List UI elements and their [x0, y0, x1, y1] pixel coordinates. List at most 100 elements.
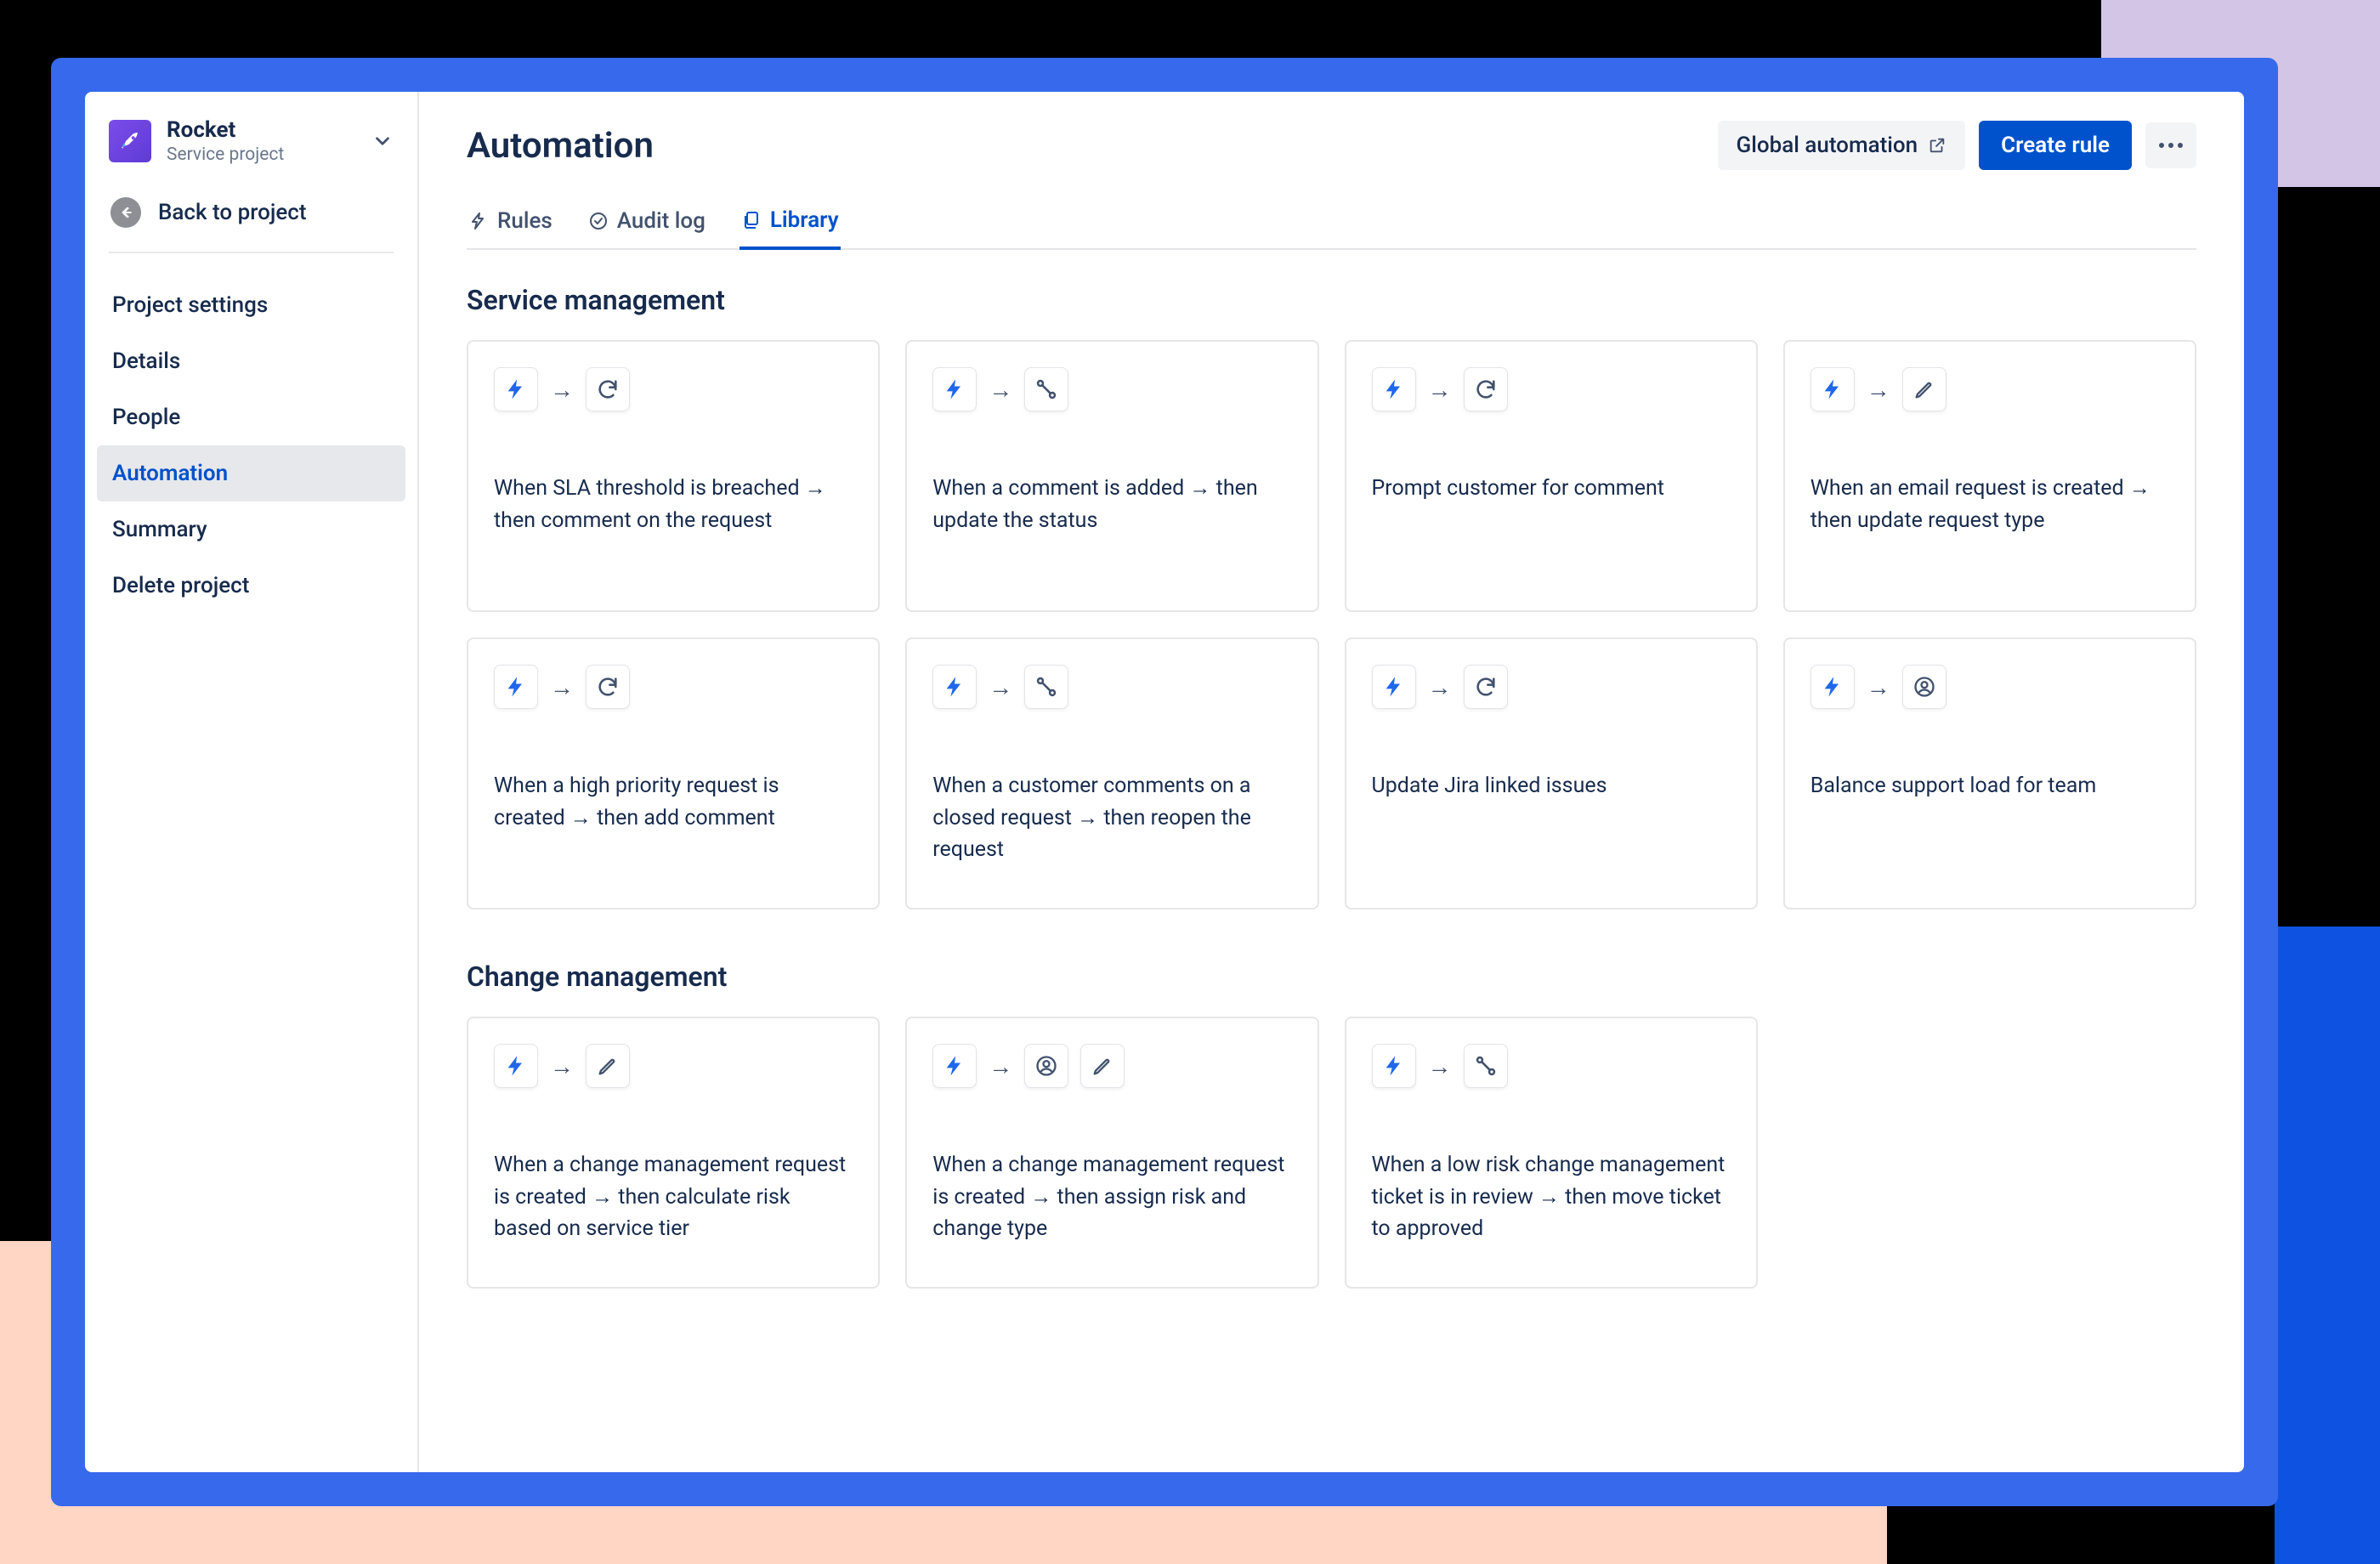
sidebar-item-summary[interactable]: Summary — [97, 502, 405, 558]
lightning-icon — [1810, 665, 1855, 709]
external-link-icon — [1928, 136, 1946, 155]
card-icon-row: → — [494, 665, 853, 709]
global-automation-button[interactable]: Global automation — [1718, 121, 1966, 170]
section-title: Change management — [467, 960, 2196, 993]
automation-template-card[interactable]: → When a change management request is cre… — [905, 1017, 1318, 1289]
arrow-icon: → — [989, 376, 1012, 404]
card-description: When a high priority request is created … — [494, 770, 853, 834]
lightning-icon — [494, 1044, 538, 1088]
card-grid: → When SLA threshold is breached → then c… — [467, 340, 2196, 910]
arrow-icon: → — [1428, 673, 1452, 701]
chevron-down-icon[interactable] — [371, 130, 394, 152]
automation-template-card[interactable]: → When a change management request is cre… — [467, 1017, 880, 1289]
card-icon-row: → — [494, 1044, 853, 1088]
card-icon-row: → — [1810, 665, 2169, 709]
branch-icon — [1024, 367, 1068, 411]
card-description: When a change management request is crea… — [932, 1149, 1291, 1245]
back-arrow-icon — [110, 197, 141, 228]
refresh-icon — [586, 665, 630, 709]
automation-template-card[interactable]: →Prompt customer for comment — [1345, 340, 1758, 612]
branch-icon — [1464, 1044, 1508, 1088]
global-automation-label: Global automation — [1737, 133, 1918, 158]
bg-blue-right — [2275, 926, 2380, 1564]
automation-template-card[interactable]: → When a high priority request is created… — [467, 638, 880, 910]
sidebar-item-automation[interactable]: Automation — [97, 445, 405, 502]
tab-library[interactable]: Library — [740, 199, 841, 250]
card-icon-row: → — [932, 367, 1291, 411]
card-icon-row: → — [494, 367, 853, 411]
card-description: When an email request is created → then … — [1810, 473, 2169, 536]
sidebar-item-project-settings[interactable]: Project settings — [97, 277, 405, 333]
sidebar-item-details[interactable]: Details — [97, 333, 405, 389]
page-title: Automation — [467, 125, 654, 167]
tab-audit-log[interactable]: Audit log — [586, 199, 707, 248]
card-description: Update Jira linked issues — [1372, 770, 1731, 802]
card-description: When a low risk change management ticket… — [1372, 1149, 1731, 1245]
arrow-icon: → — [1428, 1052, 1452, 1080]
project-label: Rocket Service project — [167, 117, 356, 165]
copy-icon — [741, 210, 762, 230]
arrow-icon: → — [1867, 673, 1890, 701]
refresh-icon — [1464, 367, 1508, 411]
automation-template-card[interactable]: → Balance support load for team — [1783, 638, 2196, 910]
header-actions: Global automation Create rule — [1718, 121, 2196, 170]
arrow-icon: → — [550, 673, 574, 701]
create-rule-button[interactable]: Create rule — [1979, 121, 2132, 170]
refresh-icon — [1464, 665, 1508, 709]
lightning-icon — [1372, 665, 1416, 709]
arrow-icon: → — [989, 673, 1012, 701]
tab-rules[interactable]: Rules — [467, 199, 554, 248]
card-description: When SLA threshold is breached → then co… — [494, 473, 853, 536]
card-icon-row: → — [1372, 665, 1731, 709]
automation-template-card[interactable]: → When a customer comments on a closed re… — [905, 638, 1318, 910]
lightning-icon — [468, 211, 489, 231]
refresh-icon — [586, 367, 630, 411]
back-label: Back to project — [158, 200, 307, 225]
branch-icon — [1024, 665, 1068, 709]
card-grid: → When a change management request is cre… — [467, 1017, 2196, 1289]
card-icon-row: → — [1372, 1044, 1731, 1088]
project-switcher[interactable]: Rocket Service project — [85, 92, 417, 182]
project-subtitle: Service project — [167, 144, 356, 165]
card-description: When a comment is added → then update th… — [932, 473, 1291, 536]
automation-template-card[interactable]: → When a comment is added → then update t… — [905, 340, 1318, 612]
card-icon-row: → — [932, 1044, 1291, 1088]
pencil-icon — [1080, 1044, 1125, 1088]
pencil-icon — [1902, 367, 1946, 411]
arrow-icon: → — [1867, 376, 1890, 404]
nav-list: Project settingsDetailsPeopleAutomationS… — [85, 277, 417, 614]
lightning-icon — [1372, 367, 1416, 411]
lightning-icon — [932, 665, 977, 709]
card-icon-row: → — [932, 665, 1291, 709]
back-to-project-button[interactable]: Back to project — [85, 182, 417, 252]
lightning-icon — [494, 665, 538, 709]
sidebar-item-delete-project[interactable]: Delete project — [97, 558, 405, 614]
more-menu-button[interactable] — [2145, 122, 2196, 168]
automation-template-card[interactable]: → When an email request is created → then… — [1783, 340, 2196, 612]
card-description: When a customer comments on a closed req… — [932, 770, 1291, 866]
card-description: When a change management request is crea… — [494, 1149, 853, 1245]
app-window: Rocket Service project Back to project P… — [85, 92, 2244, 1472]
arrow-icon: → — [989, 1052, 1012, 1080]
lightning-icon — [932, 1044, 977, 1088]
sidebar: Rocket Service project Back to project P… — [85, 92, 419, 1472]
main-header: Automation Global automation Create rule — [467, 121, 2196, 170]
tabs: Rules Audit log Library — [467, 199, 2196, 250]
lightning-icon — [1372, 1044, 1416, 1088]
pencil-icon — [586, 1044, 630, 1088]
automation-template-card[interactable]: → When SLA threshold is breached → then c… — [467, 340, 880, 612]
automation-template-card[interactable]: → When a low risk change management ticke… — [1345, 1017, 1758, 1289]
arrow-icon: → — [550, 376, 574, 404]
arrow-icon: → — [550, 1052, 574, 1080]
card-description: Balance support load for team — [1810, 770, 2169, 802]
lightning-icon — [1810, 367, 1855, 411]
sections-container: Service management → When SLA threshold is… — [467, 284, 2196, 1289]
person-icon — [1024, 1044, 1068, 1088]
section-title: Service management — [467, 284, 2196, 316]
app-frame: Rocket Service project Back to project P… — [51, 58, 2278, 1506]
project-name: Rocket — [167, 117, 356, 143]
lightning-icon — [932, 367, 977, 411]
person-icon — [1902, 665, 1946, 709]
automation-template-card[interactable]: → Update Jira linked issues — [1345, 638, 1758, 910]
sidebar-item-people[interactable]: People — [97, 389, 405, 445]
